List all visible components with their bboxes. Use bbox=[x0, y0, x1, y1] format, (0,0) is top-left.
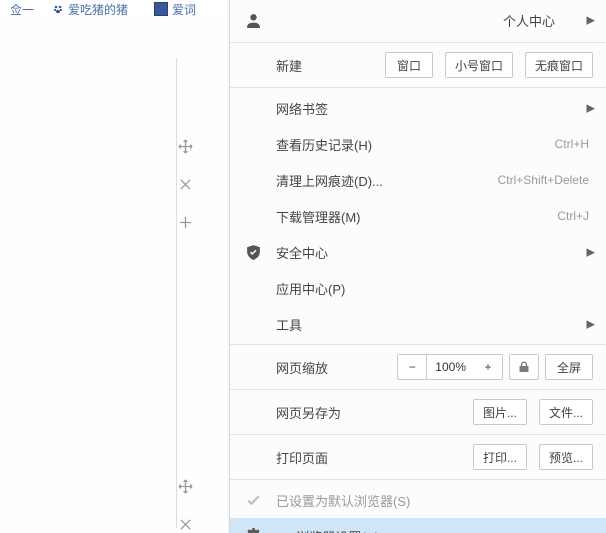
move-icon[interactable] bbox=[177, 478, 193, 494]
menu-apps[interactable]: 应用中心(P) bbox=[230, 270, 606, 306]
favicon-paw-icon bbox=[52, 3, 64, 15]
new-incognito-button[interactable]: 无痕窗口 bbox=[525, 52, 593, 78]
tab-pig[interactable]: 爱吃猪的猪 bbox=[46, 0, 134, 18]
close-icon[interactable] bbox=[177, 176, 193, 192]
menu-label: 打印页面 bbox=[276, 448, 328, 467]
close-icon[interactable] bbox=[177, 516, 193, 532]
favicon-blue-icon bbox=[154, 2, 168, 16]
menu-tools[interactable]: 工具 ▶ bbox=[230, 306, 606, 342]
menu-label: 网页另存为 bbox=[276, 403, 341, 422]
zoom-in-button[interactable]: + bbox=[474, 354, 503, 380]
menu-history[interactable]: 查看历史记录(H) Ctrl+H bbox=[230, 126, 606, 162]
chevron-right-icon: ▶ bbox=[587, 14, 595, 27]
zoom-lock-button[interactable] bbox=[509, 354, 539, 380]
shortcut: Ctrl+H bbox=[555, 137, 589, 151]
menu-label: 安全中心 bbox=[276, 243, 328, 262]
menu-settings[interactable]: QQ浏览器设置(U) bbox=[230, 518, 606, 533]
tab-text: 佥一 bbox=[10, 1, 34, 18]
menu-label: 个人中心 bbox=[503, 11, 555, 30]
new-window-button[interactable]: 窗口 bbox=[385, 52, 433, 78]
save-file-button[interactable]: 文件... bbox=[539, 399, 593, 425]
chevron-right-icon: ▶ bbox=[587, 246, 595, 259]
main-menu: 个人中心 ▶ 新建 窗口 小号窗口 无痕窗口 网络书签 ▶ 查看历史记录(H) … bbox=[229, 0, 606, 533]
menu-save-as: 网页另存为 图片... 文件... bbox=[230, 392, 606, 432]
print-preview-button[interactable]: 预览... bbox=[539, 444, 593, 470]
menu-print: 打印页面 打印... 预览... bbox=[230, 437, 606, 477]
menu-downloads[interactable]: 下载管理器(M) Ctrl+J bbox=[230, 198, 606, 234]
menu-security[interactable]: 安全中心 ▶ bbox=[230, 234, 606, 270]
menu-label: 应用中心(P) bbox=[276, 279, 345, 298]
check-icon bbox=[244, 491, 262, 509]
add-icon[interactable] bbox=[177, 214, 193, 230]
menu-label: 下载管理器(M) bbox=[276, 207, 361, 226]
menu-profile[interactable]: 个人中心 ▶ bbox=[230, 0, 606, 40]
zoom-value: 100% bbox=[427, 354, 474, 380]
chevron-right-icon: ▶ bbox=[587, 102, 595, 115]
print-button[interactable]: 打印... bbox=[473, 444, 527, 470]
shortcut: Ctrl+J bbox=[557, 209, 589, 223]
user-icon bbox=[244, 11, 262, 29]
menu-new[interactable]: 新建 窗口 小号窗口 无痕窗口 bbox=[230, 45, 606, 85]
menu-clear-traces[interactable]: 清理上网痕迹(D)... Ctrl+Shift+Delete bbox=[230, 162, 606, 198]
menu-label: 网页缩放 bbox=[276, 358, 328, 377]
menu-zoom: 网页缩放 − 100% + 全屏 bbox=[230, 347, 606, 387]
menu-bookmarks[interactable]: 网络书签 ▶ bbox=[230, 90, 606, 126]
shortcut: Ctrl+Shift+Delete bbox=[498, 173, 589, 187]
menu-label: 网络书签 bbox=[276, 99, 328, 118]
tab-dict[interactable]: 爱词 bbox=[148, 0, 202, 18]
new-small-window-button[interactable]: 小号窗口 bbox=[445, 52, 513, 78]
menu-label: 查看历史记录(H) bbox=[276, 135, 372, 154]
chevron-right-icon: ▶ bbox=[587, 318, 595, 331]
save-image-button[interactable]: 图片... bbox=[473, 399, 527, 425]
zoom-out-button[interactable]: − bbox=[397, 354, 427, 380]
menu-label: QQ浏览器设置(U) bbox=[276, 527, 379, 533]
menu-label: 清理上网痕迹(D)... bbox=[276, 171, 383, 190]
tab-label: 爱词 bbox=[172, 1, 196, 18]
shield-icon bbox=[244, 243, 262, 261]
tab-label: 爱吃猪的猪 bbox=[68, 1, 128, 18]
menu-label: 已设置为默认浏览器(S) bbox=[276, 491, 410, 510]
menu-label: 工具 bbox=[276, 315, 302, 334]
menu-default-browser: 已设置为默认浏览器(S) bbox=[230, 482, 606, 518]
move-icon[interactable] bbox=[177, 138, 193, 154]
gear-icon bbox=[244, 527, 262, 533]
menu-label: 新建 bbox=[276, 56, 302, 75]
fullscreen-button[interactable]: 全屏 bbox=[545, 354, 593, 380]
tab-fragment-left: 佥一 bbox=[4, 0, 40, 18]
